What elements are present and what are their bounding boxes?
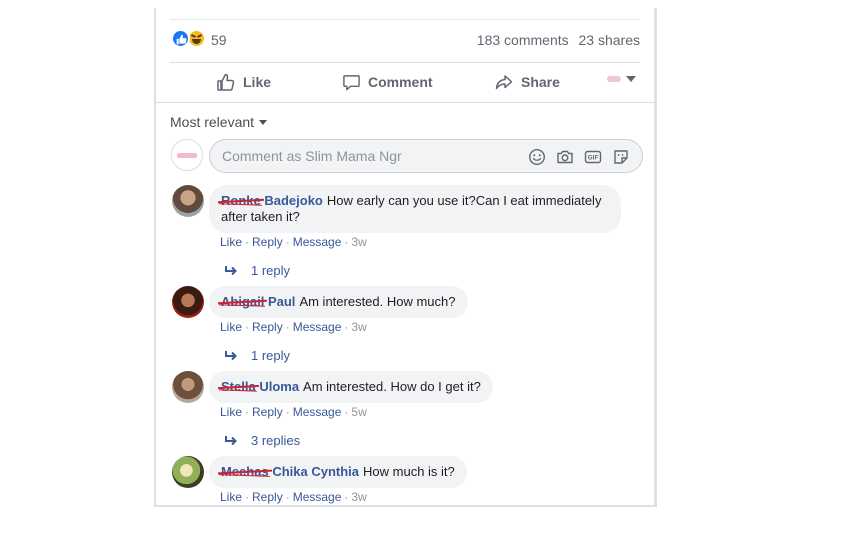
commenter-avatar[interactable] [172,456,204,488]
commenter-avatar[interactable] [172,185,204,217]
page-mini-avatar [607,76,621,82]
reaction-count[interactable]: 59 [211,32,227,48]
comment-button[interactable]: Comment [342,71,433,93]
svg-text:GIF: GIF [587,154,598,161]
comment-time[interactable]: 3w [351,320,366,334]
replies-count: 3 replies [251,433,301,448]
stats-divider [170,62,640,63]
comment-like-link[interactable]: Like [220,235,242,249]
comment-like-link[interactable]: Like [220,405,242,419]
view-replies-link[interactable]: 1 reply [225,348,290,363]
reply-arrow-icon [225,435,237,445]
share-button[interactable]: Share [494,71,560,93]
redacted-first-name: Stella [221,379,256,394]
redacted-first-name: Abigail [221,294,265,309]
comment-message-link[interactable]: Message [293,320,342,334]
caret-down-icon [259,119,268,125]
share-arrow-icon [495,75,513,90]
view-replies-link[interactable]: 3 replies [225,433,300,448]
comment-text: Am interested. How much? [299,294,456,309]
comment-bubble: Mechas Chika Cynthia How much is it? [209,456,467,488]
comment-time[interactable]: 3w [351,490,366,504]
shares-count[interactable]: 23 shares [579,32,640,48]
emoji-icon[interactable] [527,147,546,166]
comment-bubble: Ronke Badejoko How early can you use it?C… [209,185,621,233]
comment-bubble: Stella Uloma Am interested. How do I get … [209,371,493,403]
commenter-avatar[interactable] [172,286,204,318]
comment-time[interactable]: 3w [351,235,366,249]
comment-author[interactable]: Mechas Chika Cynthia [221,464,359,479]
post-card: 59 183 comments 23 shares Like Comment S… [154,8,657,507]
actions-divider [156,102,654,103]
like-button-label: Like [243,74,272,90]
comment-button-label: Comment [368,74,433,90]
reply-arrow-icon [225,350,237,360]
thumbs-up-icon [217,73,235,91]
comment-meta: Like · Reply · Message · 3w [220,320,367,334]
chevron-down-icon [626,76,636,82]
sort-label: Most relevant [170,114,255,130]
comment-meta: Like · Reply · Message · 5w [220,405,367,419]
composer-icons: GIF [527,147,630,166]
comment-time[interactable]: 5w [351,405,366,419]
comment-message-link[interactable]: Message [293,405,342,419]
comment-meta: Like · Reply · Message · 3w [220,490,367,504]
comment-author[interactable]: Abigail Paul [221,294,295,309]
top-divider [170,19,640,20]
comments-count[interactable]: 183 comments [477,32,569,48]
page-avatar [171,139,203,171]
author-last-name: Paul [267,294,296,309]
redacted-first-name: Ronke [221,193,261,208]
comment-author[interactable]: Ronke Badejoko [221,193,323,208]
comment-sort-dropdown[interactable]: Most relevant [170,114,268,130]
reply-arrow-icon [225,265,237,275]
replies-count: 1 reply [251,263,291,278]
comment-reply-link[interactable]: Reply [252,490,283,504]
comment-author[interactable]: Stella Uloma [221,379,299,394]
comment-meta: Like · Reply · Message · 3w [220,235,367,249]
comment-input[interactable] [222,148,512,164]
share-button-label: Share [521,74,560,90]
comment-reply-link[interactable]: Reply [252,235,283,249]
like-button[interactable]: Like [216,71,271,93]
comment-reply-link[interactable]: Reply [252,405,283,419]
comment-text: Am interested. How do I get it? [303,379,481,394]
sticker-icon[interactable] [611,147,630,166]
camera-icon[interactable] [555,147,574,166]
comment-composer: GIF [209,139,643,173]
like-reaction-icon[interactable] [171,29,190,48]
commenter-avatar[interactable] [172,371,204,403]
author-last-name: Badejoko [264,193,323,208]
comment-bubble-icon [343,74,360,90]
author-last-name: Chika Cynthia [272,464,360,479]
comment-message-link[interactable]: Message [293,490,342,504]
comment-text: How much is it? [363,464,455,479]
replies-count: 1 reply [251,348,291,363]
redacted-first-name: Mechas [221,464,269,479]
view-replies-link[interactable]: 1 reply [225,263,290,278]
post-as-selector[interactable] [607,76,636,82]
comment-message-link[interactable]: Message [293,235,342,249]
comment-like-link[interactable]: Like [220,490,242,504]
comment-bubble: Abigail Paul Am interested. How much? [209,286,468,318]
author-last-name: Uloma [259,379,300,394]
post-stats: 183 comments 23 shares [477,32,640,48]
comment-like-link[interactable]: Like [220,320,242,334]
gif-icon[interactable]: GIF [583,147,602,166]
comment-reply-link[interactable]: Reply [252,320,283,334]
